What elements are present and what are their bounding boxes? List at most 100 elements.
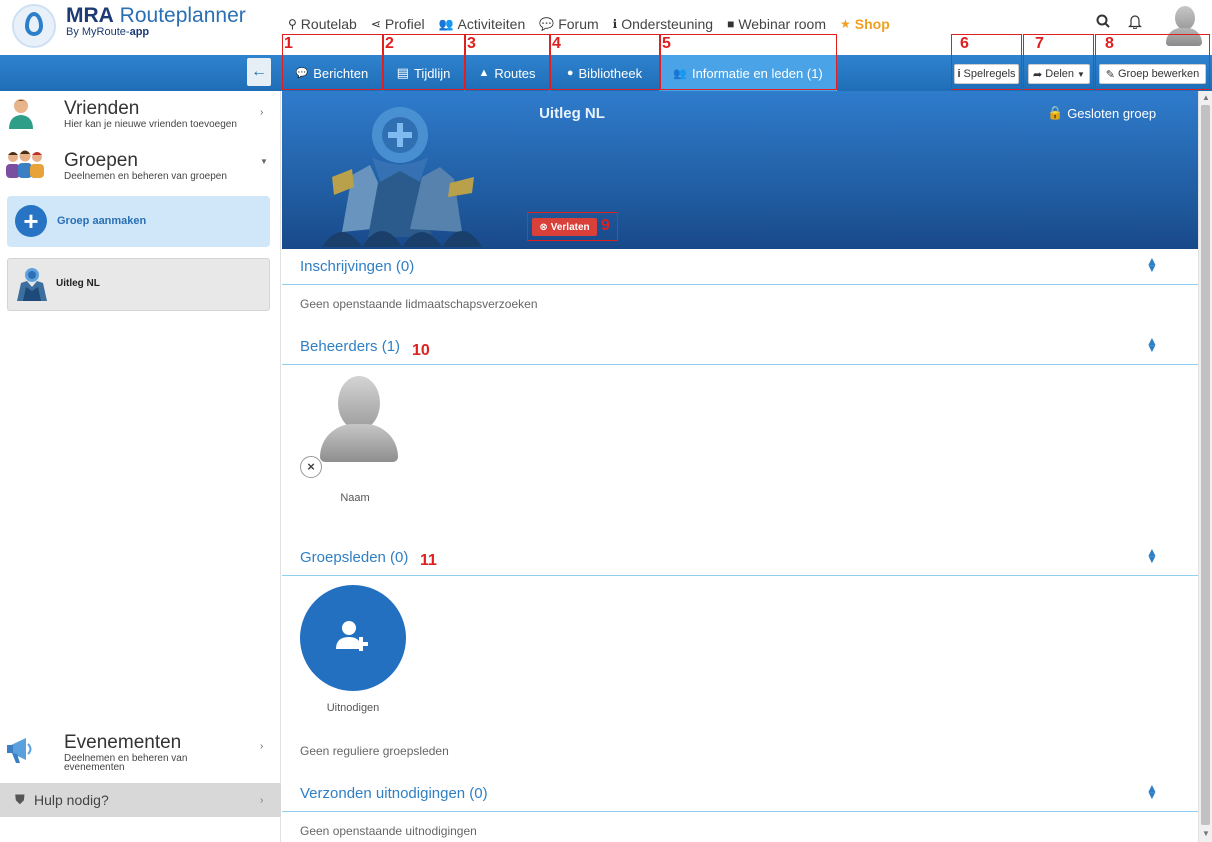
- collapse-sidebar-button[interactable]: ←: [247, 58, 271, 86]
- section-invitations[interactable]: Verzonden uitnodigingen (0) ▲ ▼: [282, 776, 1198, 812]
- edit-group-button[interactable]: ✎ Groep bewerken: [1099, 64, 1206, 84]
- annotation-label: 11: [420, 552, 437, 569]
- topnav-shop[interactable]: ★ Shop: [840, 16, 890, 32]
- annotation-label: 5: [662, 35, 671, 52]
- megaphone-icon: [6, 735, 38, 765]
- sidebar-item-groepen[interactable]: Groepen Deelnemen en beheren van groepen…: [0, 143, 281, 193]
- logo-icon[interactable]: [12, 4, 56, 48]
- arrow-left-icon: ←: [251, 63, 267, 80]
- annotation-label: 7: [1035, 35, 1044, 52]
- section-title: Groepsleden (0): [300, 549, 409, 566]
- globe-icon: ●: [566, 67, 574, 79]
- invitations-empty-text: Geen openstaande uitnodigingen: [300, 824, 477, 838]
- topnav-routelab[interactable]: ⚲ Routelab: [288, 16, 357, 32]
- tab-tijdlijn[interactable]: ▤ Tijdlijn: [383, 55, 465, 91]
- section-title: Verzonden uitnodigingen (0): [300, 785, 488, 802]
- sidebar-item-subtitle: evenementen: [64, 762, 125, 773]
- calendar-icon: ▤: [396, 65, 409, 80]
- group-item-label: Uitleg NL: [56, 278, 100, 289]
- info-icon: i: [957, 68, 961, 80]
- sort-icon[interactable]: ▲ ▼: [1146, 255, 1158, 274]
- info-icon: ℹ: [612, 17, 618, 31]
- bell-icon[interactable]: [1128, 14, 1142, 33]
- annotation-label: 9: [601, 217, 610, 234]
- help-button[interactable]: ⛊ Hulp nodig? ›: [0, 783, 281, 817]
- share-icon: ⋖: [370, 17, 381, 31]
- sidebar-item-subtitle: Hier kan je nieuwe vrienden toevoegen: [64, 119, 237, 130]
- caret-down-icon: ▼: [1077, 69, 1085, 79]
- annotation-label: 8: [1105, 35, 1114, 52]
- chevron-right-icon: ›: [260, 107, 264, 118]
- sort-icon[interactable]: ▲ ▼: [1146, 782, 1158, 801]
- logo-title[interactable]: MRA Routeplanner: [66, 4, 246, 28]
- video-icon: ■: [727, 17, 735, 31]
- main-content: Uitleg NL 🔒 Gesloten groep ⊗ Verlaten Insc…: [282, 91, 1198, 842]
- top-navigation: ⚲ Routelab ⋖ Profiel 👥 Activiteiten 💬 Forum …: [288, 16, 890, 32]
- tab-bibliotheek[interactable]: ● Bibliotheek: [550, 55, 660, 91]
- invite-label: Uitnodigen: [326, 702, 380, 714]
- comments-icon: 💬: [539, 17, 555, 31]
- topnav-profiel[interactable]: ⋖ Profiel: [371, 16, 425, 32]
- group-banner: Uitleg NL 🔒 Gesloten groep ⊗ Verlaten: [282, 91, 1198, 249]
- search-icon[interactable]: [1096, 14, 1110, 32]
- invite-member-button[interactable]: [300, 585, 406, 691]
- create-group-button[interactable]: + Groep aanmaken: [7, 196, 270, 247]
- sort-icon[interactable]: ▲ ▼: [1146, 546, 1158, 565]
- users-icon: 👥: [438, 17, 454, 31]
- users-icon: 👥: [673, 67, 687, 80]
- admin-name: Naam: [340, 492, 370, 504]
- user-avatar[interactable]: [1166, 4, 1202, 46]
- sidebar-item-vrienden[interactable]: Vrienden Hier kan je nieuwe vrienden toe…: [0, 91, 281, 141]
- chevron-right-icon: ›: [260, 795, 264, 806]
- annotation-label: 3: [467, 35, 476, 52]
- admin-avatar: [318, 374, 398, 474]
- group-title: Uitleg NL: [539, 105, 605, 122]
- section-title: Inschrijvingen (0): [300, 258, 415, 275]
- scroll-up-icon[interactable]: ▲: [1202, 93, 1210, 102]
- road-icon: ▲: [478, 67, 490, 79]
- annotation-label: 4: [552, 35, 561, 52]
- group-thumbnail: [13, 265, 51, 303]
- topnav-activiteiten[interactable]: 👥 Activiteiten: [439, 16, 526, 32]
- section-title: Beheerders (1): [300, 338, 401, 355]
- rules-button[interactable]: i Spelregels: [954, 64, 1019, 84]
- leave-group-button[interactable]: ⊗ Verlaten: [532, 218, 597, 236]
- tab-routes[interactable]: ▲ Routes: [465, 55, 550, 91]
- sort-icon[interactable]: ▲ ▼: [1146, 335, 1158, 354]
- group-navbar: ← 💬 Berichten ▤ Tijdlijn ▲ Routes ● Biblioth…: [0, 55, 1212, 91]
- registrations-empty-text: Geen openstaande lidmaatschapsverzoeken: [300, 297, 538, 311]
- help-label: Hulp nodig?: [34, 792, 109, 808]
- scrollbar-thumb[interactable]: [1201, 105, 1210, 825]
- user-plus-icon: [336, 619, 370, 653]
- remove-admin-icon[interactable]: ×: [300, 456, 322, 478]
- scroll-down-icon[interactable]: ▼: [1202, 829, 1210, 838]
- admin-card[interactable]: × Naam: [300, 374, 410, 504]
- friend-icon: [8, 97, 34, 131]
- sidebar: Vrienden Hier kan je nieuwe vrienden toe…: [0, 91, 281, 842]
- annotation-label: 2: [385, 35, 394, 52]
- topnav-ondersteuning[interactable]: ℹ Ondersteuning: [613, 16, 713, 32]
- sidebar-group-item[interactable]: Uitleg NL: [7, 258, 270, 311]
- chevron-down-icon: ▼: [260, 157, 268, 166]
- annotation-label: 6: [960, 35, 969, 52]
- annotation-label: 1: [284, 35, 293, 52]
- logo-subtitle: By MyRoute-app: [66, 26, 150, 38]
- topnav-forum[interactable]: 💬 Forum: [539, 16, 598, 32]
- section-registrations[interactable]: Inschrijvingen (0) ▲ ▼: [282, 249, 1198, 285]
- sidebar-item-label: Vrienden: [64, 98, 140, 119]
- top-header: MRA Routeplanner By MyRoute-app ⚲ Routela…: [0, 0, 1212, 55]
- star-icon: ★: [839, 17, 851, 31]
- chevron-right-icon: ›: [260, 741, 264, 752]
- tab-informatie-en-leden[interactable]: 👥 Informatie en leden (1): [660, 55, 837, 91]
- help-shield-icon: ⛊: [15, 792, 25, 807]
- sidebar-item-label: Evenementen: [64, 732, 182, 753]
- tab-berichten[interactable]: 💬 Berichten: [282, 55, 383, 91]
- members-empty-text: Geen reguliere groepsleden: [300, 744, 449, 758]
- share-button[interactable]: ➦ Delen ▼: [1028, 64, 1090, 84]
- topnav-webinar[interactable]: ■ Webinar room: [727, 16, 826, 32]
- edit-icon: ✎: [1105, 68, 1115, 81]
- main-scrollbar[interactable]: ▲ ▼: [1198, 91, 1212, 842]
- annotation-label: 10: [412, 342, 430, 359]
- sidebar-item-label: Groepen: [64, 150, 138, 171]
- sidebar-item-evenementen[interactable]: Evenementen Deelnemen en beheren van eve…: [0, 729, 281, 779]
